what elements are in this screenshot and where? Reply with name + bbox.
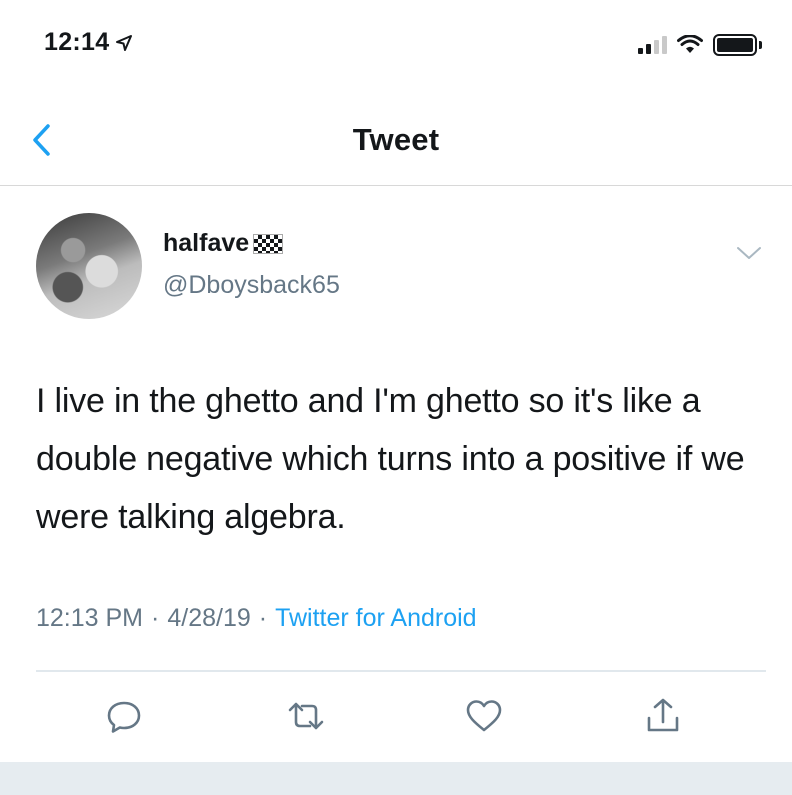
tweet-body: I live in the ghetto and I'm ghetto so i… bbox=[36, 382, 745, 536]
tweet-date: 4/28/19 bbox=[167, 604, 251, 632]
divider bbox=[36, 670, 766, 672]
retweet-button[interactable] bbox=[286, 696, 326, 736]
author-display-name[interactable]: halfave bbox=[163, 229, 249, 258]
bottom-background-band bbox=[0, 762, 792, 795]
tweet-time: 12:13 PM bbox=[36, 604, 144, 632]
tweet-action-bar bbox=[0, 690, 792, 750]
tweet-metadata: 12:13 PM · 4/28/19 · Twitter for Android bbox=[36, 604, 477, 633]
avatar[interactable] bbox=[36, 213, 142, 319]
retweet-icon bbox=[288, 702, 324, 730]
reply-icon bbox=[107, 701, 141, 733]
tweet-author-header: halfave @Dboysback65 bbox=[0, 205, 792, 325]
battery-icon bbox=[713, 34, 762, 56]
author-name-group[interactable]: halfave bbox=[163, 229, 284, 258]
tweet-source-link[interactable]: Twitter for Android bbox=[275, 604, 476, 633]
share-button[interactable] bbox=[643, 696, 683, 736]
checkered-flag-icon bbox=[253, 233, 284, 254]
like-button[interactable] bbox=[464, 696, 504, 736]
wifi-icon bbox=[677, 35, 703, 53]
navigation-bar: Tweet bbox=[0, 100, 792, 186]
status-indicators bbox=[638, 34, 762, 56]
location-arrow-icon bbox=[116, 34, 133, 51]
page-title: Tweet bbox=[352, 122, 440, 157]
status-time: 12:14 bbox=[44, 28, 110, 56]
author-handle[interactable]: @Dboysback65 bbox=[163, 271, 340, 300]
status-time-group: 12:14 bbox=[44, 28, 133, 57]
share-icon bbox=[647, 698, 679, 732]
meta-separator: · bbox=[151, 604, 160, 632]
meta-separator: · bbox=[258, 604, 268, 632]
heart-icon bbox=[466, 700, 502, 732]
reply-button[interactable] bbox=[104, 696, 144, 736]
cellular-signal-icon bbox=[638, 36, 667, 54]
chevron-down-icon[interactable] bbox=[734, 243, 764, 263]
status-bar: 12:14 bbox=[0, 0, 792, 90]
